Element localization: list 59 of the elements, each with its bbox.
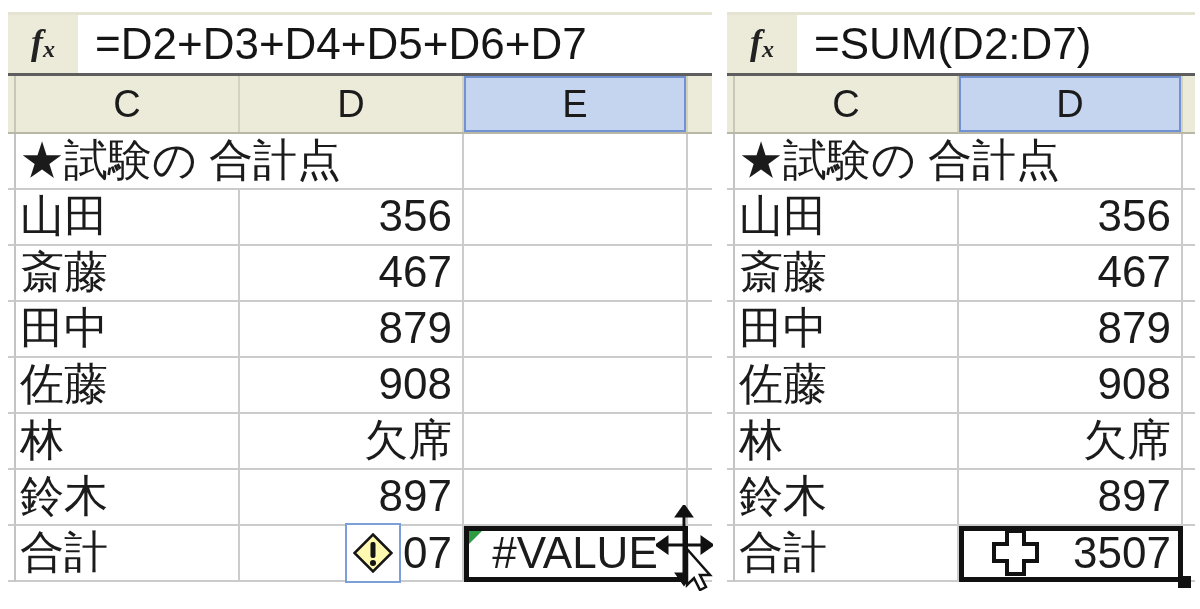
table-cell: 林	[16, 414, 240, 470]
table-cell: 合計	[735, 526, 959, 582]
heading-cell: ★試験の 合計点	[735, 134, 1183, 190]
cell-text: 3507	[1073, 527, 1171, 579]
selected-cell[interactable]: 3507	[959, 526, 1183, 582]
table-cell: 356	[240, 190, 464, 246]
table-cell: 欠席	[959, 414, 1183, 470]
row-header[interactable]	[727, 302, 735, 358]
move-cursor-icon	[656, 505, 713, 591]
table-cell: 897	[959, 470, 1183, 526]
table-cell: 鈴木	[735, 470, 959, 526]
cell-text: 07	[403, 527, 452, 579]
table-cell: 斎藤	[16, 246, 240, 302]
cell-text: #VALUE	[492, 527, 658, 579]
row-header[interactable]	[8, 414, 16, 470]
table-cell: 908	[240, 358, 464, 414]
row-header[interactable]	[8, 470, 16, 526]
column-header[interactable]: D	[959, 76, 1183, 132]
heading-cell: ★試験の 合計点	[16, 134, 464, 190]
table-cell: 佐藤	[735, 358, 959, 414]
row-header[interactable]	[727, 526, 735, 582]
warning-icon	[353, 533, 394, 573]
row-header[interactable]	[727, 190, 735, 246]
row-header[interactable]	[727, 470, 735, 526]
table-cell: 斎藤	[735, 246, 959, 302]
insert-function-button[interactable]: f$_{x}$	[8, 15, 78, 73]
table-cell: 356	[959, 190, 1183, 246]
row-header[interactable]	[727, 358, 735, 414]
row-header[interactable]	[8, 302, 16, 358]
row-header[interactable]	[8, 190, 16, 246]
table-cell: 467	[959, 246, 1183, 302]
cross-cursor-icon	[992, 529, 1039, 576]
table-cell: 合計	[16, 526, 240, 582]
table-cell: 鈴木	[16, 470, 240, 526]
row-header[interactable]	[727, 246, 735, 302]
table-cell: 879	[240, 302, 464, 358]
error-options-button[interactable]	[345, 523, 402, 583]
table-cell: 908	[959, 358, 1183, 414]
row-header[interactable]	[8, 358, 16, 414]
fill-handle[interactable]	[1178, 576, 1191, 588]
table-cell: 田中	[16, 302, 240, 358]
row-header[interactable]	[8, 526, 16, 582]
formula-field[interactable]: =D2+D3+D4+D5+D6+D7	[78, 15, 712, 73]
row-header[interactable]	[727, 134, 735, 190]
row-header[interactable]	[8, 134, 16, 190]
table-cell: 佐藤	[16, 358, 240, 414]
table-cell: 林	[735, 414, 959, 470]
row-header[interactable]	[727, 414, 735, 470]
selected-cell[interactable]: #VALUE	[464, 526, 688, 582]
table-cell: 879	[959, 302, 1183, 358]
table-cell: 欠席	[240, 414, 464, 470]
insert-function-button[interactable]: f$_{x}$	[727, 15, 797, 73]
table-cell: 山田	[735, 190, 959, 246]
formula-field[interactable]: =SUM(D2:D7)	[797, 15, 1195, 73]
table-cell: 山田	[16, 190, 240, 246]
table-cell: 467	[240, 246, 464, 302]
table-cell: 田中	[735, 302, 959, 358]
column-header[interactable]: E	[464, 76, 688, 132]
row-header[interactable]	[8, 246, 16, 302]
